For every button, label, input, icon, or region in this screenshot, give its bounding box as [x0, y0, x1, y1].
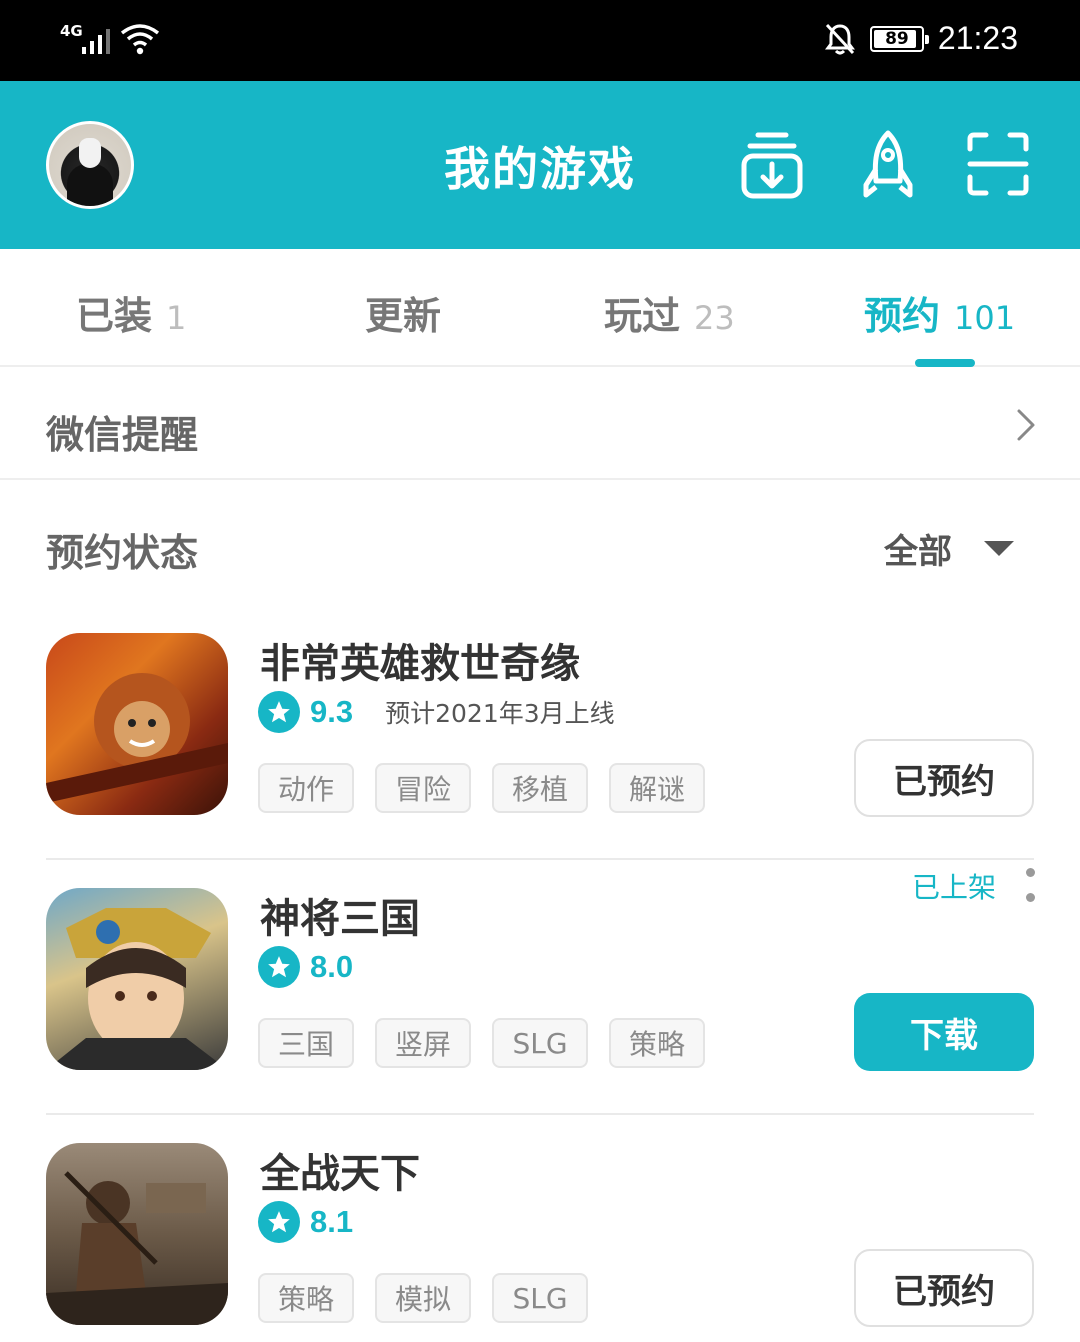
- tab-label: 预约: [864, 294, 941, 338]
- game-tags: 动作 冒险 移植 解谜: [258, 763, 706, 813]
- battery-icon: 89: [869, 25, 929, 52]
- tab-updates[interactable]: 更新: [365, 285, 441, 338]
- status-filter-dropdown[interactable]: 全部: [884, 524, 1014, 573]
- reservation-status-label: 预约状态: [46, 531, 199, 575]
- wechat-reminder-label: 微信提醒: [46, 413, 199, 457]
- app-header: 我的游戏: [0, 81, 1080, 249]
- game-list-item[interactable]: 神将三国 已上架 8.0 三国 竖屏 SLG 策略 下载: [0, 860, 1080, 1115]
- bell-off-icon: [824, 23, 855, 54]
- tag[interactable]: 策略: [609, 1018, 706, 1068]
- network-type: 4G: [60, 22, 83, 40]
- game-icon: [46, 888, 228, 1070]
- tag[interactable]: SLG: [492, 1273, 589, 1323]
- game-title: 非常英雄救世奇缘: [260, 641, 580, 687]
- tab-label: 玩过: [604, 294, 681, 338]
- clock: 21:23: [937, 20, 1018, 56]
- game-tags: 策略 模拟 SLG: [258, 1273, 589, 1323]
- tag[interactable]: 冒险: [375, 763, 472, 813]
- tab-label: 更新: [365, 294, 442, 338]
- tab-played[interactable]: 玩过 23: [604, 285, 735, 338]
- game-score: 8.0: [310, 949, 354, 984]
- tag[interactable]: 策略: [258, 1273, 355, 1323]
- game-rating: 8.1: [258, 1201, 353, 1243]
- game-title: 全战天下: [260, 1151, 420, 1197]
- battery-level: 89: [885, 28, 909, 49]
- tag[interactable]: 动作: [258, 763, 355, 813]
- tab-count: 1: [166, 299, 187, 337]
- tag[interactable]: 模拟: [375, 1273, 472, 1323]
- scan-icon[interactable]: [966, 129, 1030, 201]
- star-icon: [258, 946, 300, 988]
- tag[interactable]: 三国: [258, 1018, 355, 1068]
- game-icon: [46, 633, 228, 815]
- game-score: 9.3: [310, 694, 354, 729]
- more-options-icon[interactable]: [1024, 868, 1036, 902]
- game-title: 神将三国: [260, 896, 420, 942]
- game-rating: 8.0: [258, 946, 353, 988]
- download-manager-icon[interactable]: [740, 129, 804, 201]
- reserved-button[interactable]: 已预约: [854, 1249, 1034, 1327]
- tab-bar: 已装 1 更新 玩过 23 预约 101: [0, 249, 1080, 367]
- game-list-item[interactable]: 非常英雄救世奇缘 9.3 预计2021年3月上线 动作 冒险 移植 解谜 已预约: [0, 605, 1080, 860]
- rocket-icon[interactable]: [856, 129, 920, 201]
- tag[interactable]: 移植: [492, 763, 589, 813]
- wifi-icon: [120, 24, 160, 55]
- tab-installed[interactable]: 已装 1: [76, 285, 187, 338]
- release-date: 预计2021年3月上线: [385, 699, 615, 728]
- tab-count: 101: [954, 299, 1016, 337]
- reservation-status-row: 预约状态 全部: [0, 482, 1080, 600]
- tab-reserved[interactable]: 预约 101: [864, 285, 1016, 338]
- active-tab-indicator: [915, 359, 975, 367]
- shelf-status: 已上架: [911, 871, 996, 904]
- chevron-right-icon: [1017, 409, 1035, 441]
- game-rating: 9.3 预计2021年3月上线: [258, 691, 615, 733]
- game-tags: 三国 竖屏 SLG 策略: [258, 1018, 706, 1068]
- tag[interactable]: SLG: [492, 1018, 589, 1068]
- tab-label: 已装: [76, 294, 153, 338]
- caret-down-icon: [984, 541, 1014, 556]
- download-button[interactable]: 下载: [854, 993, 1034, 1071]
- star-icon: [258, 691, 300, 733]
- signal-icon: [82, 26, 110, 54]
- tag[interactable]: 解谜: [609, 763, 706, 813]
- status-bar: 4G 89 21:23: [0, 0, 1080, 81]
- game-list-item[interactable]: 全战天下 8.1 策略 模拟 SLG 已预约: [0, 1115, 1080, 1342]
- star-icon: [258, 1201, 300, 1243]
- status-filter-value: 全部: [884, 532, 952, 572]
- game-icon: [46, 1143, 228, 1325]
- reserved-button[interactable]: 已预约: [854, 739, 1034, 817]
- game-score: 8.1: [310, 1204, 354, 1239]
- wechat-reminder-row[interactable]: 微信提醒: [0, 368, 1080, 480]
- tab-count: 23: [694, 299, 735, 337]
- tag[interactable]: 竖屏: [375, 1018, 472, 1068]
